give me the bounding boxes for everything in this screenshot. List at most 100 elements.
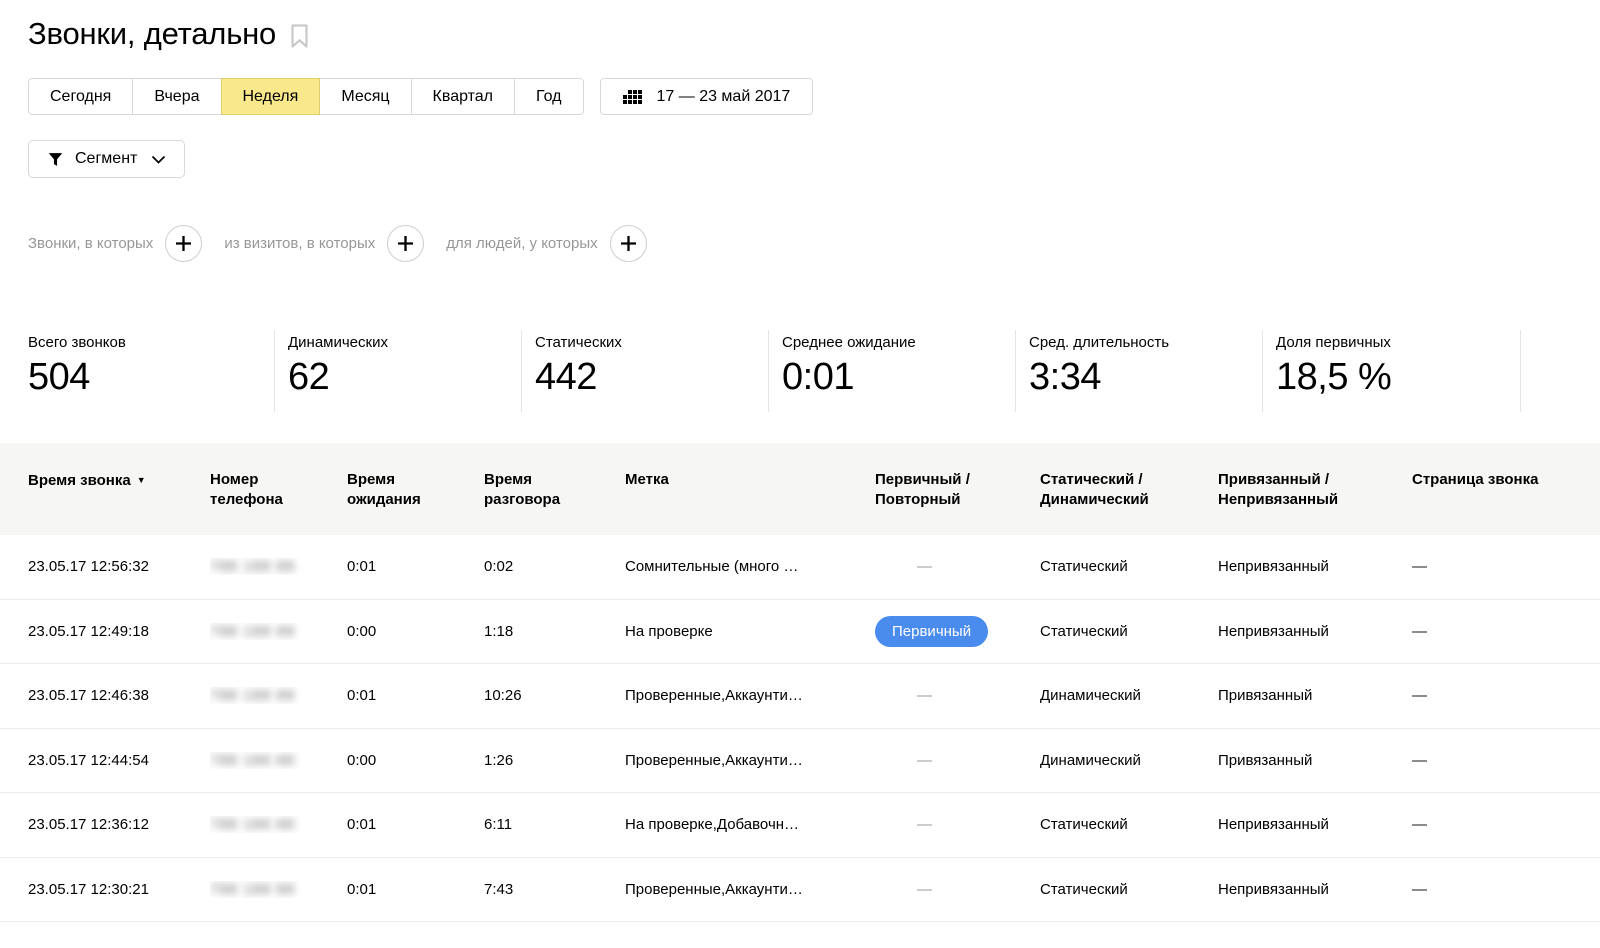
metric-value: 3:34	[1029, 356, 1262, 399]
talk-time-cell: 6:11	[484, 816, 625, 833]
segment-button[interactable]: Сегмент	[28, 140, 185, 178]
label-cell: Проверенные,Аккаунти…	[625, 687, 875, 704]
wait-time-cell: 0:01	[347, 816, 484, 833]
phone-number-blurred: 788 188 88	[210, 687, 295, 704]
add-filter-calls-button[interactable]	[165, 225, 202, 262]
table-row[interactable]: 23.05.17 12:46:38788 188 880:0110:26Пров…	[0, 664, 1600, 729]
empty-dash: —	[1412, 752, 1427, 769]
call-page-cell: —	[1412, 558, 1572, 575]
segment-button-label: Сегмент	[75, 150, 137, 168]
column-header-phone[interactable]: Номер телефона	[210, 443, 347, 510]
call-page-cell: —	[1412, 623, 1572, 640]
column-header-call-page[interactable]: Страница звонка	[1412, 443, 1572, 490]
phone-cell: 788 188 88	[210, 558, 347, 575]
call-page-cell: —	[1412, 752, 1572, 769]
call-time-cell: 23.05.17 12:30:21	[28, 881, 210, 898]
primary-repeat-cell: —	[875, 816, 1040, 833]
table-row[interactable]: 23.05.17 12:56:32788 188 880:010:02Сомни…	[0, 535, 1600, 600]
column-header-label[interactable]: Метка	[625, 443, 875, 490]
static-dynamic-cell: Статический	[1040, 816, 1218, 833]
static-dynamic-cell: Статический	[1040, 881, 1218, 898]
filter-label-visits: из визитов, в которых	[224, 235, 375, 252]
metric-block: Статических442	[522, 330, 769, 412]
wait-time-cell: 0:01	[347, 558, 484, 575]
tab-today[interactable]: Сегодня	[28, 78, 133, 115]
metric-block: Сред. длительность3:34	[1016, 330, 1263, 412]
table-body: 23.05.17 12:56:32788 188 880:010:02Сомни…	[0, 535, 1600, 922]
table-header-row: Время звонка▼ Номер телефона Время ожида…	[0, 443, 1600, 535]
empty-dash: —	[1412, 558, 1427, 575]
label-cell: Проверенные,Аккаунти…	[625, 752, 875, 769]
tab-year[interactable]: Год	[514, 78, 583, 115]
filter-label-people: для людей, у которых	[446, 235, 597, 252]
talk-time-cell: 7:43	[484, 881, 625, 898]
empty-dash: —	[1412, 687, 1427, 704]
period-tabs: СегодняВчераНеделяМесяцКварталГод	[28, 78, 584, 115]
table-row[interactable]: 23.05.17 12:30:21788 188 880:017:43Прове…	[0, 858, 1600, 923]
table-row[interactable]: 23.05.17 12:44:54788 188 880:001:26Прове…	[0, 729, 1600, 794]
column-header-call-time[interactable]: Время звонка▼	[28, 443, 210, 491]
chevron-down-icon	[151, 155, 166, 164]
label-cell: Сомнительные (много …	[625, 558, 875, 575]
table-row[interactable]: 23.05.17 12:36:12788 188 880:016:11На пр…	[0, 793, 1600, 858]
static-dynamic-cell: Динамический	[1040, 752, 1218, 769]
metric-value: 0:01	[782, 356, 1015, 399]
tab-quarter[interactable]: Квартал	[411, 78, 515, 115]
call-time-cell: 23.05.17 12:56:32	[28, 558, 210, 575]
phone-number-blurred: 788 188 88	[210, 752, 295, 769]
column-header-primary-repeat[interactable]: Первичный / Повторный	[875, 443, 1040, 510]
phone-number-blurred: 788 188 88	[210, 623, 295, 640]
empty-dash: —	[917, 816, 932, 833]
metric-value: 18,5 %	[1276, 356, 1520, 399]
empty-dash: —	[917, 881, 932, 898]
phone-cell: 788 188 88	[210, 687, 347, 704]
wait-time-cell: 0:01	[347, 881, 484, 898]
static-dynamic-cell: Динамический	[1040, 687, 1218, 704]
metric-value: 442	[535, 356, 768, 399]
call-time-cell: 23.05.17 12:49:18	[28, 623, 210, 640]
static-dynamic-cell: Статический	[1040, 558, 1218, 575]
bound-unbound-cell: Непривязанный	[1218, 623, 1412, 640]
column-header-static-dynamic[interactable]: Статический / Динамический	[1040, 443, 1218, 510]
tab-yesterday[interactable]: Вчера	[132, 78, 221, 115]
tab-week[interactable]: Неделя	[221, 78, 321, 115]
table-row[interactable]: 23.05.17 12:49:18788 188 880:001:18На пр…	[0, 600, 1600, 665]
calendar-grid-icon	[623, 90, 642, 104]
bound-unbound-cell: Непривязанный	[1218, 558, 1412, 575]
bookmark-icon[interactable]	[290, 24, 309, 49]
phone-number-blurred: 788 188 88	[210, 816, 295, 833]
call-time-cell: 23.05.17 12:36:12	[28, 816, 210, 833]
empty-dash: —	[917, 752, 932, 769]
phone-number-blurred: 788 188 88	[210, 881, 295, 898]
metric-block: Доля первичных18,5 %	[1263, 330, 1521, 412]
metrics-summary: Всего звонков504Динамических62Статически…	[28, 330, 1600, 412]
add-filter-people-button[interactable]	[610, 225, 647, 262]
metric-label: Динамических	[288, 334, 521, 351]
phone-cell: 788 188 88	[210, 623, 347, 640]
plus-icon	[620, 235, 637, 252]
call-page-cell: —	[1412, 687, 1572, 704]
column-header-wait-time[interactable]: Время ожидания	[347, 443, 484, 510]
primary-call-badge: Первичный	[875, 616, 988, 647]
phone-cell: 788 188 88	[210, 816, 347, 833]
bound-unbound-cell: Непривязанный	[1218, 881, 1412, 898]
metric-block: Среднее ожидание0:01	[769, 330, 1016, 412]
filter-builder-row: Звонки, в которыхиз визитов, в которыхдл…	[0, 225, 1600, 262]
primary-repeat-cell: Первичный	[875, 616, 1040, 647]
tab-month[interactable]: Месяц	[319, 78, 411, 115]
phone-cell: 788 188 88	[210, 752, 347, 769]
phone-cell: 788 188 88	[210, 881, 347, 898]
talk-time-cell: 1:26	[484, 752, 625, 769]
plus-icon	[397, 235, 414, 252]
add-filter-visits-button[interactable]	[387, 225, 424, 262]
primary-repeat-cell: —	[875, 687, 1040, 704]
empty-dash: —	[917, 687, 932, 704]
static-dynamic-cell: Статический	[1040, 623, 1218, 640]
primary-repeat-cell: —	[875, 752, 1040, 769]
call-page-cell: —	[1412, 816, 1572, 833]
column-header-talk-time[interactable]: Время разговора	[484, 443, 625, 510]
phone-number-blurred: 788 188 88	[210, 558, 295, 575]
column-header-bound-unbound[interactable]: Привязанный / Непривязанный	[1218, 443, 1412, 510]
date-range-button[interactable]: 17 — 23 май 2017	[600, 78, 814, 115]
talk-time-cell: 1:18	[484, 623, 625, 640]
